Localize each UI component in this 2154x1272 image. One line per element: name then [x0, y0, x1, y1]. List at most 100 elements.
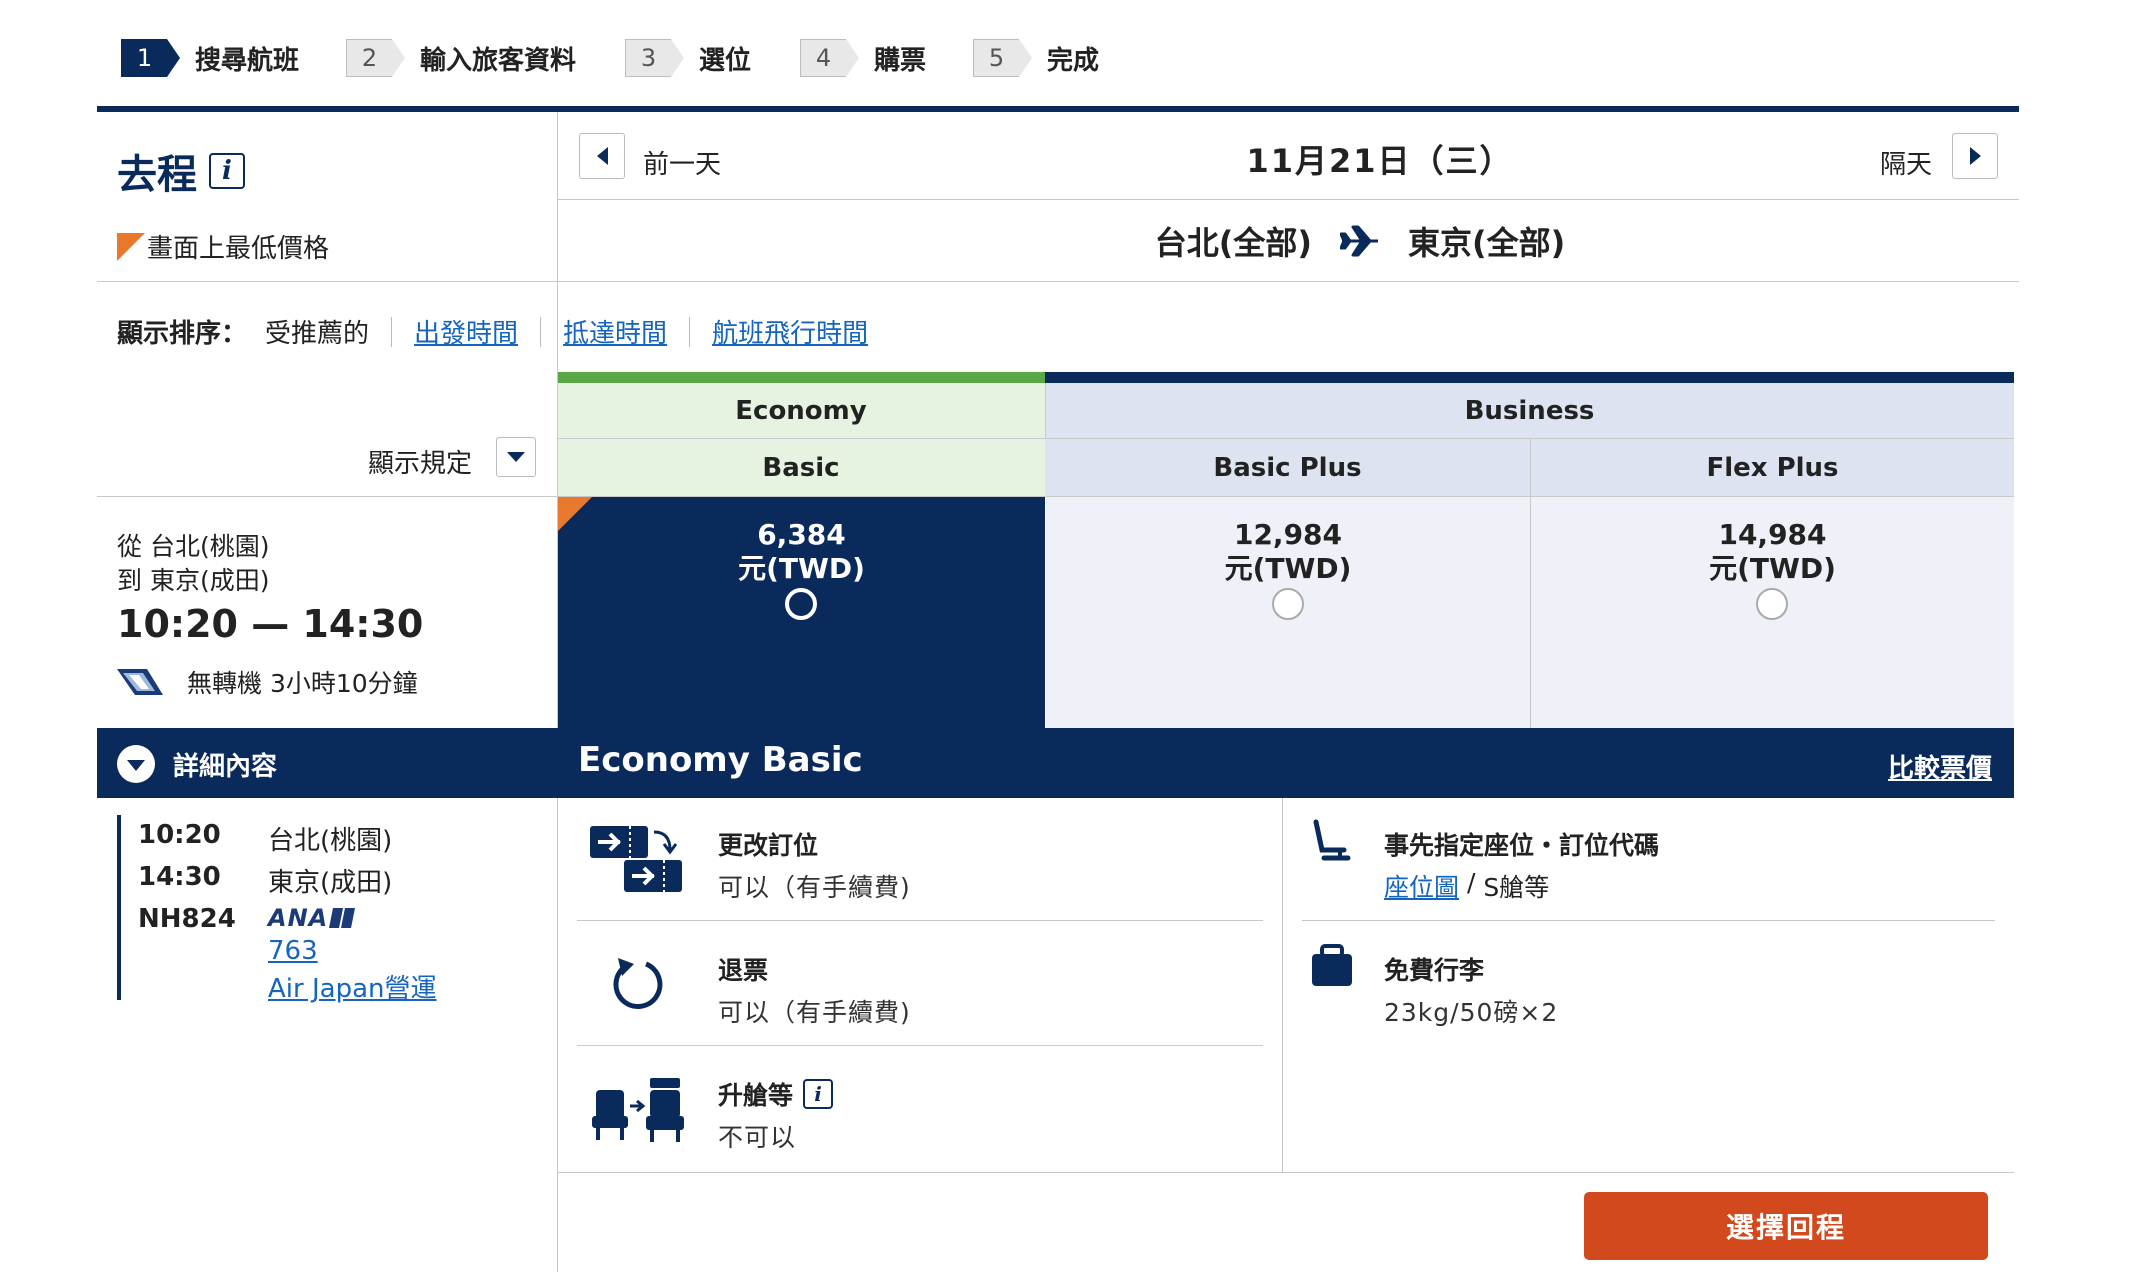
display-rules-label[interactable]: 顯示規定: [368, 443, 472, 480]
header-vdivider: [557, 112, 558, 282]
price-business-basic-plus: 12,984 元(TWD): [1046, 518, 1530, 586]
detail-dep-airport: 台北(桃園): [268, 826, 393, 856]
orange-corner-icon: [117, 232, 145, 261]
upgrade-value: 不可以: [718, 1123, 797, 1152]
aircraft-type-link[interactable]: 763: [268, 936, 318, 966]
next-day-label[interactable]: 隔天: [1880, 144, 1932, 181]
details-toggle[interactable]: 詳細內容: [117, 745, 277, 783]
selected-fare-name: Basic: [761, 740, 863, 780]
ana-logo-stripes: [329, 908, 356, 928]
selected-fare-title: Economy Basic: [578, 740, 863, 780]
step-2: 2 輸入旅客資料: [346, 37, 576, 79]
airline-logo-text: ANA: [268, 904, 329, 932]
route: 台北(全部) 東京(全部): [1000, 218, 1720, 264]
cabin-business: Business: [1045, 383, 2014, 438]
price-business-flex-plus: 14,984 元(TWD): [1531, 518, 2014, 586]
change-booking-title: 更改訂位: [718, 831, 819, 860]
flight-stops: 無轉機 3小時10分鐘: [117, 664, 418, 700]
chevron-down-circle-icon: [117, 745, 155, 783]
seat-map-link[interactable]: 座位圖: [1384, 868, 1459, 904]
chevron-right-icon: [1969, 147, 1981, 165]
prev-day-label[interactable]: 前一天: [643, 144, 721, 181]
upgrade-seat-icon: [592, 1078, 684, 1142]
detail-dep-time: 10:20: [138, 820, 221, 850]
step-4-number: 4: [800, 39, 859, 77]
airplane-icon: [1340, 225, 1378, 257]
details-label: 詳細內容: [173, 751, 278, 782]
step-3-label: 選位: [699, 45, 752, 76]
price-economy-basic: 6,384 元(TWD): [558, 518, 1045, 586]
info-icon[interactable]: i: [209, 153, 245, 189]
next-day-button[interactable]: [1952, 133, 1998, 179]
fare-radio-business-flex-plus[interactable]: [1756, 588, 1788, 620]
prev-day-button[interactable]: [579, 133, 625, 179]
lowest-price-text: 畫面上最低價格: [147, 234, 330, 264]
route-destination: 東京(全部): [1408, 224, 1566, 262]
timeline-bar: [117, 815, 121, 1000]
lowest-price-legend: 畫面上最低價格: [117, 228, 329, 265]
step-3: 3 選位: [625, 37, 751, 79]
business-color-bar: [1045, 372, 2014, 383]
features-bottom-divider: [557, 1172, 2014, 1173]
airline-logo: ANA: [268, 904, 356, 932]
sort-current: 受推薦的: [265, 319, 370, 349]
info-icon[interactable]: i: [803, 1079, 834, 1109]
refund-value: 可以（有手續費): [718, 998, 911, 1027]
selected-fare-cabin: Economy: [578, 740, 750, 780]
ana-tail-icon: [117, 669, 163, 695]
upgrade-heading: 升艙等 i: [718, 1076, 834, 1112]
route-origin: 台北(全部): [1154, 224, 1312, 262]
fare-economy-basic: Basic: [557, 439, 1045, 496]
chevron-left-icon: [596, 147, 608, 165]
flight-times: 10:20 — 14:30: [117, 602, 424, 646]
price-amount: 14,984: [1718, 518, 1827, 551]
detail-arr-time: 14:30: [138, 862, 221, 892]
cabin-economy: Economy: [557, 383, 1045, 438]
seat-title: 事先指定座位・訂位代碼: [1384, 831, 1660, 860]
price-currency: 元(TWD): [1224, 552, 1352, 585]
change-booking-value: 可以（有手續費): [718, 873, 911, 902]
fare-radio-economy-basic[interactable]: [785, 588, 817, 620]
flight-stops-duration: 無轉機 3小時10分鐘: [187, 669, 418, 698]
section-heading: 去程 i: [117, 142, 245, 200]
price-currency: 元(TWD): [1709, 552, 1836, 585]
select-return-button[interactable]: 選擇回程: [1584, 1192, 1988, 1260]
sort-bar: 顯示排序： 受推薦的 出發時間 抵達時間 航班飛行時間: [117, 313, 868, 350]
fare-business-flex-plus: Flex Plus: [1531, 439, 2014, 496]
route-divider: [97, 281, 2019, 282]
seat-info: 座位圖 / S艙等: [1384, 868, 1549, 904]
compare-fares-link[interactable]: 比較票價: [1888, 748, 1992, 785]
fare-radio-business-basic-plus[interactable]: [1272, 588, 1304, 620]
step-1-label: 搜尋航班: [195, 45, 300, 76]
details-bar: [97, 728, 2014, 798]
price-amount: 12,984: [1233, 518, 1343, 551]
chevron-down-icon: [507, 452, 525, 462]
operator-link[interactable]: Air Japan營運: [268, 968, 436, 1005]
step-2-number: 2: [346, 39, 405, 77]
date-route-divider: [557, 199, 2019, 200]
step-5-number: 5: [973, 39, 1032, 77]
section-title: 去程: [117, 152, 197, 198]
header-divider: [97, 106, 2019, 112]
baggage-value: 23kg/50磅×2: [1384, 998, 1559, 1027]
features-vdivider: [1282, 798, 1283, 1172]
step-5: 5 完成: [973, 37, 1099, 79]
step-4-label: 購票: [874, 45, 927, 76]
display-rules-dropdown[interactable]: [496, 437, 536, 477]
change-booking-icon: [590, 826, 682, 892]
sort-duration-link[interactable]: 航班飛行時間: [712, 313, 868, 350]
economy-color-bar: [557, 372, 1045, 383]
flight-from: 從 台北(桃園): [117, 532, 270, 561]
step-5-label: 完成: [1047, 45, 1100, 76]
sort-label: 顯示排序：: [117, 319, 248, 349]
step-1: 1 搜尋航班: [121, 37, 299, 79]
baggage-title: 免費行李: [1384, 956, 1485, 985]
seat-class-value: S艙等: [1483, 873, 1550, 902]
step-4: 4 購票: [800, 37, 926, 79]
upgrade-title: 升艙等: [718, 1081, 794, 1110]
sort-arrival-link[interactable]: 抵達時間: [563, 313, 667, 350]
sort-departure-link[interactable]: 出發時間: [414, 313, 518, 350]
seat-icon: [1313, 819, 1351, 861]
baggage-icon: [1312, 944, 1352, 986]
fare-business-basic-plus: Basic Plus: [1045, 439, 1530, 496]
